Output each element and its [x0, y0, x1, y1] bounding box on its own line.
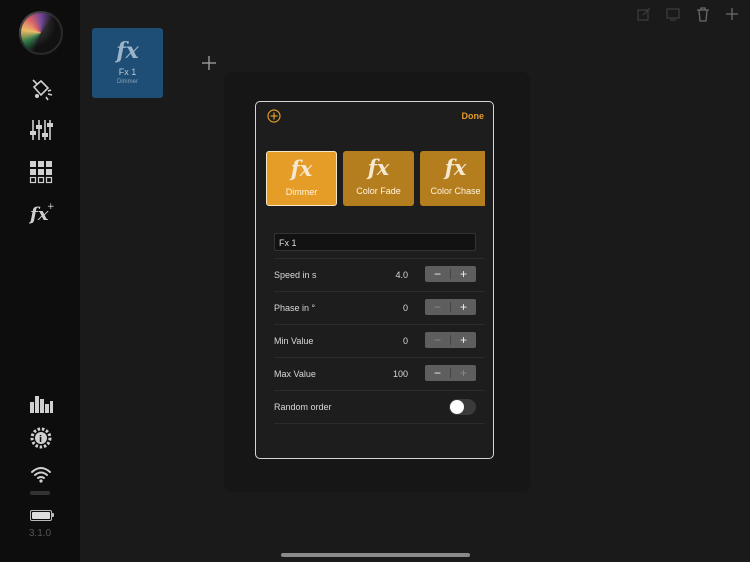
svg-text:i: i	[39, 435, 42, 445]
effect-type-dimmer[interactable]: fx Dimmer	[266, 151, 337, 206]
wifi-icon[interactable]	[28, 461, 54, 487]
increment-button[interactable]: +	[451, 365, 476, 381]
sidebar: fx + i 3.1.0	[0, 0, 80, 562]
settings-gear-icon[interactable]: i	[28, 425, 54, 451]
battery-icon	[30, 510, 52, 521]
fx-icon[interactable]: fx +	[28, 200, 54, 226]
add-circle-icon[interactable]	[267, 109, 281, 123]
effect-type-label: Color Fade	[356, 186, 401, 196]
param-label: Phase in °	[274, 303, 316, 313]
edit-icon[interactable]	[636, 6, 652, 22]
svg-text:fx: fx	[28, 204, 49, 225]
param-row-phase: Phase in ° 0 − +	[274, 292, 485, 325]
decrement-button[interactable]: −	[425, 266, 450, 282]
add-icon[interactable]	[724, 6, 740, 22]
increment-button[interactable]: +	[451, 266, 476, 282]
app-version: 3.1.0	[28, 528, 52, 539]
fx-icon: fx	[367, 155, 390, 180]
fx-icon: fx	[444, 155, 467, 180]
phase-stepper: − +	[425, 299, 476, 315]
battery-tip	[52, 513, 54, 517]
paint-bucket-icon[interactable]	[28, 77, 54, 103]
param-label: Random order	[274, 402, 332, 412]
effect-name-input[interactable]: Fx 1	[274, 233, 476, 251]
param-row-min-value: Min Value 0 − +	[274, 325, 485, 358]
faders-icon[interactable]	[28, 117, 54, 143]
fx-tile-icon: fx	[116, 38, 139, 64]
effect-type-color-fade[interactable]: fx Color Fade	[343, 151, 414, 206]
done-button[interactable]: Done	[462, 111, 485, 121]
effect-type-label: Dimmer	[285, 187, 318, 197]
random-order-toggle[interactable]	[449, 399, 476, 415]
effect-tile-title: Fx 1	[118, 67, 137, 77]
effect-type-list: fx Dimmer fx Color Fade fx Color Chase	[266, 151, 485, 206]
param-value: 0	[402, 336, 408, 346]
svg-text:+: +	[47, 202, 54, 212]
increment-button[interactable]: +	[451, 299, 476, 315]
grid-icon[interactable]	[28, 159, 54, 185]
param-label: Speed in s	[274, 270, 317, 280]
increment-button[interactable]: +	[451, 332, 476, 348]
param-value: 100	[392, 369, 408, 379]
trash-icon[interactable]	[695, 6, 711, 22]
decrement-button[interactable]: −	[425, 365, 450, 381]
status-bar-indicator	[30, 491, 50, 495]
param-row-max-value: Max Value 100 − +	[274, 358, 485, 391]
decrement-button[interactable]: −	[425, 332, 450, 348]
speed-stepper: − +	[425, 266, 476, 282]
app-logo[interactable]	[19, 11, 63, 55]
param-value: 4.0	[395, 270, 408, 280]
fx-icon: fx	[290, 156, 313, 181]
add-effect-button[interactable]	[200, 54, 218, 72]
screen-icon[interactable]	[665, 6, 681, 22]
effect-editor-dialog: Done fx Dimmer fx Color Fade fx Color Ch…	[255, 101, 494, 459]
min-value-stepper: − +	[425, 332, 476, 348]
effect-tile[interactable]: fx Fx 1 Dimmer	[92, 28, 163, 98]
param-row-speed: Speed in s 4.0 − +	[274, 259, 485, 292]
effect-type-label: Color Chase	[430, 186, 481, 196]
effect-type-color-chase[interactable]: fx Color Chase	[420, 151, 485, 206]
param-label: Min Value	[274, 336, 314, 346]
param-label: Max Value	[274, 369, 316, 379]
equalizer-icon[interactable]	[28, 390, 54, 416]
home-indicator[interactable]	[281, 553, 470, 557]
param-value: 0	[402, 303, 408, 313]
param-row-random-order: Random order	[274, 391, 485, 424]
max-value-stepper: − +	[425, 365, 476, 381]
effect-tile-subtitle: Dimmer	[117, 79, 138, 85]
decrement-button[interactable]: −	[425, 299, 450, 315]
